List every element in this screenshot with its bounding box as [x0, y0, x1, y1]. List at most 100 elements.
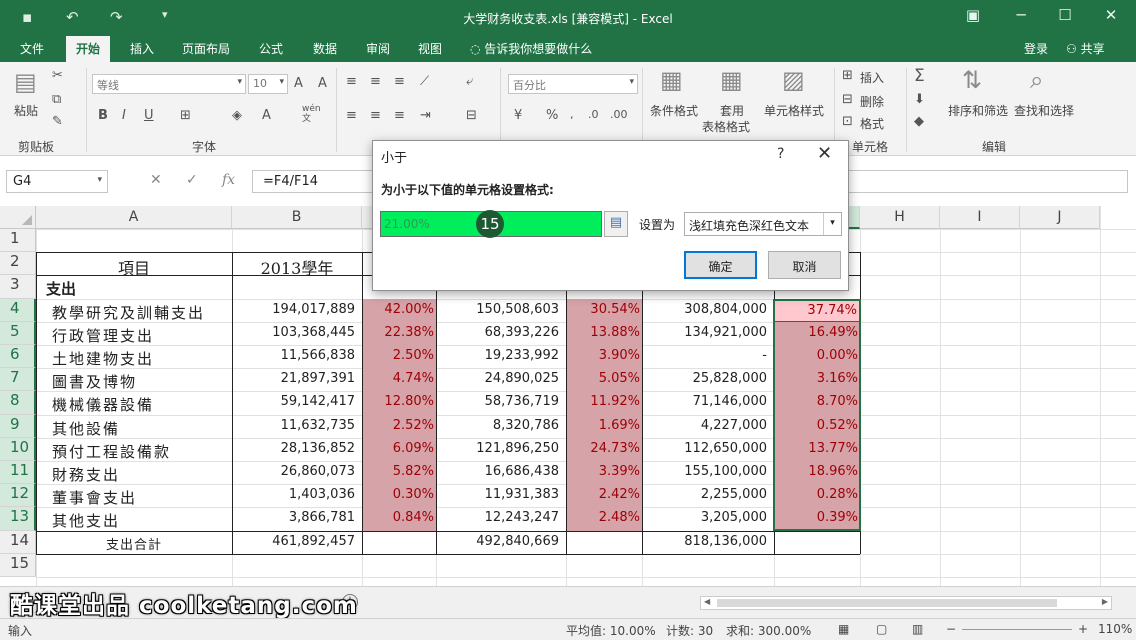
percent-cell[interactable]: 1.69%: [566, 414, 642, 438]
value-cell[interactable]: 8,320,786: [436, 418, 566, 438]
item-label-cell[interactable]: 圖書及博物: [36, 371, 232, 391]
value-cell[interactable]: 59,142,417: [232, 394, 362, 414]
format-cells-button[interactable]: 格式: [860, 115, 884, 132]
delete-cells-button[interactable]: 删除: [860, 93, 884, 110]
value-cell[interactable]: 11,931,383: [436, 487, 566, 507]
item-label-cell[interactable]: 其他支出: [36, 510, 232, 530]
value-cell[interactable]: -: [642, 348, 774, 368]
minimize-icon[interactable]: ─: [1006, 6, 1036, 24]
value-cell[interactable]: 24,890,025: [436, 371, 566, 391]
percent-cell[interactable]: 13.88%: [566, 321, 642, 345]
value-cell[interactable]: 68,393,226: [436, 325, 566, 345]
percent-cell[interactable]: 30.54%: [566, 298, 642, 322]
scroll-right-icon[interactable]: ▶: [1102, 597, 1108, 606]
cancel-button[interactable]: 取消: [768, 251, 841, 279]
column-header-i[interactable]: I: [940, 206, 1020, 229]
collapse-dialog-icon[interactable]: ▤: [604, 211, 628, 237]
row-header-9[interactable]: 9: [0, 414, 36, 438]
value-cell[interactable]: 194,017,889: [232, 302, 362, 322]
indent-icon[interactable]: ⇥: [420, 108, 431, 123]
percent-cell[interactable]: 6.09%: [362, 437, 436, 461]
item-label-cell[interactable]: 董事會支出: [36, 487, 232, 507]
align-bottom-icon[interactable]: ≡: [394, 74, 405, 89]
comma-icon[interactable]: ,: [570, 108, 574, 121]
item-label-cell[interactable]: 預付工程設備款: [36, 441, 232, 461]
share-button[interactable]: ⚇ 共享: [1066, 40, 1105, 57]
wrap-text-icon[interactable]: ⤶: [466, 74, 473, 89]
horizontal-scrollbar[interactable]: ◀ ▶: [700, 596, 1112, 610]
merge-center-icon[interactable]: ⊟: [466, 108, 477, 123]
row-header-15[interactable]: 15: [0, 553, 36, 577]
tab-data[interactable]: 数据: [313, 40, 337, 57]
maximize-icon[interactable]: ☐: [1050, 6, 1080, 24]
value-cell[interactable]: 19,233,992: [436, 348, 566, 368]
value-cell[interactable]: 308,804,000: [642, 302, 774, 322]
tell-me-search[interactable]: ◌ 告诉我你想要做什么: [470, 40, 592, 57]
paste-button-label[interactable]: 粘贴: [14, 102, 38, 119]
column-header-b[interactable]: B: [232, 206, 362, 229]
percent-cell[interactable]: 0.84%: [362, 507, 436, 531]
value-cell[interactable]: 12,243,247: [436, 510, 566, 530]
conditional-format-icon[interactable]: ▦: [660, 66, 683, 94]
format-cells-icon[interactable]: ⊡: [842, 114, 853, 129]
row-header-6[interactable]: 6: [0, 345, 36, 369]
percent-cell[interactable]: 11.92%: [566, 391, 642, 415]
decrease-font-icon[interactable]: A: [318, 76, 327, 91]
format-painter-icon[interactable]: ✎: [52, 114, 63, 129]
borders-icon[interactable]: ⊞: [180, 108, 191, 123]
value-cell[interactable]: 103,368,445: [232, 325, 362, 345]
percent-cell[interactable]: 5.82%: [362, 461, 436, 485]
section-title-cell[interactable]: 支出: [36, 278, 232, 298]
row-header-5[interactable]: 5: [0, 321, 36, 345]
percent-cell[interactable]: 24.73%: [566, 437, 642, 461]
cell-styles-button[interactable]: 单元格样式: [764, 102, 824, 119]
name-box[interactable]: G4 ▾: [6, 170, 108, 193]
ok-button[interactable]: 确定: [684, 251, 757, 279]
percent-cell[interactable]: 2.48%: [566, 507, 642, 531]
orientation-icon[interactable]: ⟋: [420, 74, 429, 89]
align-top-icon[interactable]: ≡: [346, 74, 357, 89]
percent-cell[interactable]: 12.80%: [362, 391, 436, 415]
close-icon[interactable]: ✕: [817, 143, 832, 164]
percent-icon[interactable]: %: [546, 108, 558, 123]
find-select-icon[interactable]: ⌕: [1030, 66, 1043, 94]
font-size-select[interactable]: 10 ▾: [248, 74, 288, 94]
item-label-cell[interactable]: 機械儀器設備: [36, 394, 232, 414]
delete-cells-icon[interactable]: ⊟: [842, 92, 853, 107]
value-cell[interactable]: 112,650,000: [642, 441, 774, 461]
value-cell[interactable]: 134,921,000: [642, 325, 774, 345]
sort-filter-icon[interactable]: ⇅: [962, 66, 982, 94]
login-link[interactable]: 登录: [1024, 40, 1048, 57]
column-header-a[interactable]: A: [36, 206, 232, 229]
format-style-select[interactable]: 浅红填充色深红色文本 ▾: [684, 212, 842, 236]
row-header-7[interactable]: 7: [0, 368, 36, 392]
clear-icon[interactable]: ◆: [914, 114, 924, 129]
row-header-1[interactable]: 1: [0, 229, 36, 253]
header-year-cell[interactable]: 2013學年: [232, 255, 362, 275]
value-cell[interactable]: 11,632,735: [232, 418, 362, 438]
value-cell[interactable]: 4,227,000: [642, 418, 774, 438]
currency-icon[interactable]: ¥: [514, 108, 522, 123]
value-cell[interactable]: 121,896,250: [436, 441, 566, 461]
row-header-12[interactable]: 12: [0, 484, 36, 508]
value-cell[interactable]: 16,686,438: [436, 464, 566, 484]
percent-cell[interactable]: 2.52%: [362, 414, 436, 438]
value-cell[interactable]: 150,508,603: [436, 302, 566, 322]
copy-icon[interactable]: ⧉: [52, 92, 61, 107]
row-header-2[interactable]: 2: [0, 252, 36, 276]
percent-cell[interactable]: 42.00%: [362, 298, 436, 322]
format-table-button-l1[interactable]: 套用: [720, 102, 744, 119]
column-header-j[interactable]: J: [1020, 206, 1100, 229]
paste-icon[interactable]: ▤: [14, 68, 37, 96]
column-header-h[interactable]: H: [860, 206, 940, 229]
header-item-cell[interactable]: 項目: [36, 255, 232, 275]
tab-page-layout[interactable]: 页面布局: [182, 40, 230, 57]
close-window-icon[interactable]: ✕: [1096, 6, 1126, 24]
align-right-icon[interactable]: ≡: [394, 108, 405, 123]
item-label-cell[interactable]: 土地建物支出: [36, 348, 232, 368]
cell-styles-icon[interactable]: ▨: [782, 66, 805, 94]
value-cell[interactable]: 58,736,719: [436, 394, 566, 414]
tab-review[interactable]: 审阅: [366, 40, 390, 57]
cut-icon[interactable]: ✂: [52, 68, 63, 83]
percent-cell[interactable]: 4.74%: [362, 368, 436, 392]
